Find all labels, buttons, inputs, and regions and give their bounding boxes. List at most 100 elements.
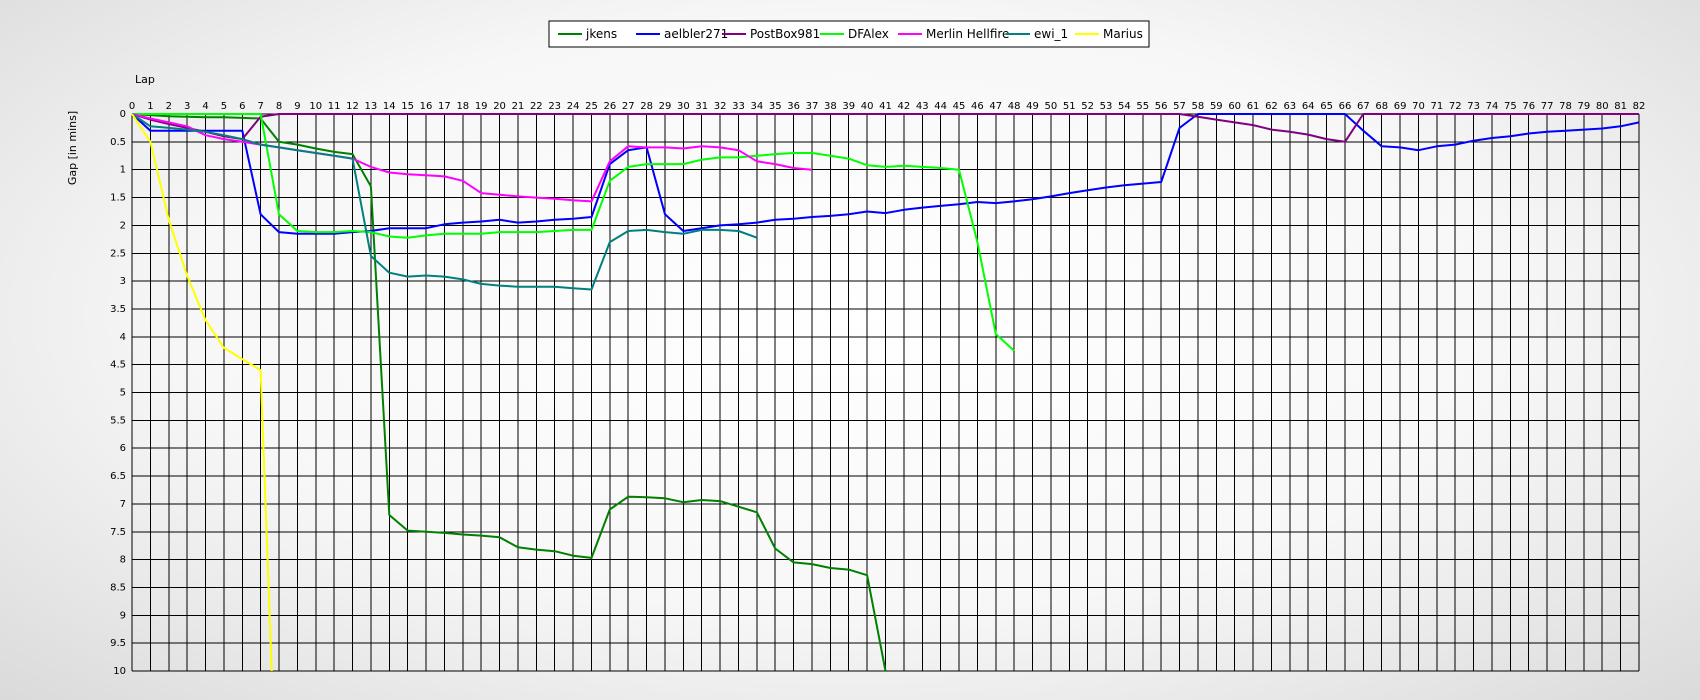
x-tick-label: 10 bbox=[309, 101, 322, 112]
y-tick-label: 5.5 bbox=[110, 415, 126, 426]
x-tick-label: 53 bbox=[1100, 101, 1113, 112]
legend-label: DFAlex bbox=[848, 27, 889, 41]
x-tick-label: 72 bbox=[1449, 101, 1462, 112]
x-tick-label: 73 bbox=[1467, 101, 1480, 112]
x-tick-label: 28 bbox=[640, 101, 653, 112]
x-tick-label: 64 bbox=[1302, 101, 1315, 112]
legend-label: ewi_1 bbox=[1034, 27, 1068, 41]
x-tick-label: 46 bbox=[971, 101, 984, 112]
y-tick-labels: 0 0.5 1 1.5 2 2.5 3 3.5 4 4.5 5 5.5 6 6.5 7 7.5 8 8.5 9 9.5… bbox=[110, 109, 126, 677]
x-tick-label: 74 bbox=[1486, 101, 1499, 112]
x-tick-label: 57 bbox=[1173, 101, 1186, 112]
gap-chart: jkens aelbler271 PostBox981 DFAlex Merlin He… bbox=[66, 20, 1646, 677]
x-tick-label: 26 bbox=[603, 101, 616, 112]
x-tick-label: 82 bbox=[1633, 101, 1646, 112]
legend: jkens aelbler271 PostBox981 DFAlex Merlin He… bbox=[548, 20, 1150, 48]
x-tick-label: 14 bbox=[383, 101, 396, 112]
x-tick-label: 49 bbox=[1026, 101, 1039, 112]
x-tick-label: 47 bbox=[989, 101, 1002, 112]
x-tick-label: 81 bbox=[1614, 101, 1627, 112]
x-tick-label: 17 bbox=[438, 101, 451, 112]
x-tick-label: 32 bbox=[714, 101, 727, 112]
y-tick-label: 2 bbox=[120, 220, 126, 231]
y-axis-title: Gap [in mins] bbox=[66, 111, 79, 185]
y-tick-label: 3 bbox=[120, 276, 126, 287]
x-tick-label: 21 bbox=[512, 101, 525, 112]
x-tick-label: 55 bbox=[1136, 101, 1149, 112]
x-tick-label: 31 bbox=[695, 101, 708, 112]
x-tick-label: 6 bbox=[239, 101, 245, 112]
legend-label: PostBox981 bbox=[750, 27, 820, 41]
x-tick-label: 45 bbox=[953, 101, 966, 112]
x-tick-label: 61 bbox=[1247, 101, 1260, 112]
x-tick-label: 58 bbox=[1192, 101, 1205, 112]
x-tick-label: 76 bbox=[1522, 101, 1535, 112]
x-tick-labels: 0 1 2 3 4 5 6 7 8 9 10 11 12 13 14 15 16 17 18 19 20 21 22 23 24… bbox=[129, 101, 1646, 112]
x-tick-label: 63 bbox=[1283, 101, 1296, 112]
x-tick-label: 4 bbox=[202, 101, 208, 112]
x-tick-label: 12 bbox=[346, 101, 359, 112]
x-tick-label: 68 bbox=[1375, 101, 1388, 112]
y-tick-label: 6.5 bbox=[110, 471, 126, 482]
x-tick-label: 59 bbox=[1210, 101, 1223, 112]
x-tick-label: 13 bbox=[365, 101, 378, 112]
x-tick-label: 37 bbox=[806, 101, 819, 112]
legend-label: Marius bbox=[1103, 27, 1143, 41]
x-tick-label: 70 bbox=[1412, 101, 1425, 112]
x-tick-label: 11 bbox=[328, 101, 341, 112]
x-tick-label: 8 bbox=[276, 101, 282, 112]
x-tick-label: 5 bbox=[221, 101, 227, 112]
x-tick-label: 24 bbox=[567, 101, 580, 112]
y-tick-label: 8.5 bbox=[110, 582, 126, 593]
legend-label: Merlin Hellfire bbox=[926, 27, 1009, 41]
y-tick-label: 0.5 bbox=[110, 137, 126, 148]
x-tick-label: 62 bbox=[1265, 101, 1278, 112]
y-tick-label: 9 bbox=[120, 610, 126, 621]
x-tick-label: 0 bbox=[129, 101, 135, 112]
x-axis-title: Lap bbox=[135, 73, 155, 86]
x-tick-label: 29 bbox=[659, 101, 672, 112]
x-tick-label: 66 bbox=[1339, 101, 1352, 112]
x-tick-label: 34 bbox=[750, 101, 763, 112]
y-tick-label: 2.5 bbox=[110, 248, 126, 259]
x-tick-label: 43 bbox=[916, 101, 929, 112]
x-tick-label: 77 bbox=[1541, 101, 1554, 112]
x-tick-label: 51 bbox=[1063, 101, 1076, 112]
x-tick-label: 19 bbox=[475, 101, 488, 112]
x-tick-label: 79 bbox=[1577, 101, 1590, 112]
x-tick-label: 60 bbox=[1228, 101, 1241, 112]
y-tick-label: 3.5 bbox=[110, 304, 126, 315]
x-tick-label: 16 bbox=[420, 101, 433, 112]
y-tick-label: 9.5 bbox=[110, 638, 126, 649]
y-tick-label: 10 bbox=[113, 666, 126, 677]
x-tick-label: 71 bbox=[1430, 101, 1443, 112]
x-tick-label: 40 bbox=[861, 101, 874, 112]
x-tick-label: 44 bbox=[934, 101, 947, 112]
x-tick-label: 50 bbox=[1045, 101, 1058, 112]
x-tick-label: 36 bbox=[787, 101, 800, 112]
y-tick-label: 1 bbox=[120, 165, 126, 176]
y-tick-label: 5 bbox=[120, 388, 126, 399]
x-tick-label: 23 bbox=[548, 101, 561, 112]
legend-label: jkens bbox=[585, 27, 617, 41]
x-tick-label: 20 bbox=[493, 101, 506, 112]
x-tick-label: 25 bbox=[585, 101, 598, 112]
y-tick-label: 7 bbox=[120, 499, 126, 510]
x-tick-label: 9 bbox=[294, 101, 300, 112]
y-tick-label: 6 bbox=[120, 443, 126, 454]
x-tick-label: 41 bbox=[879, 101, 892, 112]
x-tick-label: 54 bbox=[1118, 101, 1131, 112]
x-tick-label: 1 bbox=[147, 101, 153, 112]
x-tick-label: 27 bbox=[622, 101, 635, 112]
x-tick-label: 56 bbox=[1155, 101, 1168, 112]
grid bbox=[131, 113, 1640, 672]
x-tick-label: 42 bbox=[898, 101, 911, 112]
x-tick-label: 7 bbox=[257, 101, 263, 112]
y-tick-label: 8 bbox=[120, 555, 126, 566]
x-tick-label: 80 bbox=[1596, 101, 1609, 112]
x-tick-label: 65 bbox=[1320, 101, 1333, 112]
x-tick-label: 18 bbox=[456, 101, 469, 112]
y-tick-label: 4 bbox=[120, 332, 126, 343]
x-tick-label: 15 bbox=[401, 101, 414, 112]
x-tick-label: 75 bbox=[1504, 101, 1517, 112]
